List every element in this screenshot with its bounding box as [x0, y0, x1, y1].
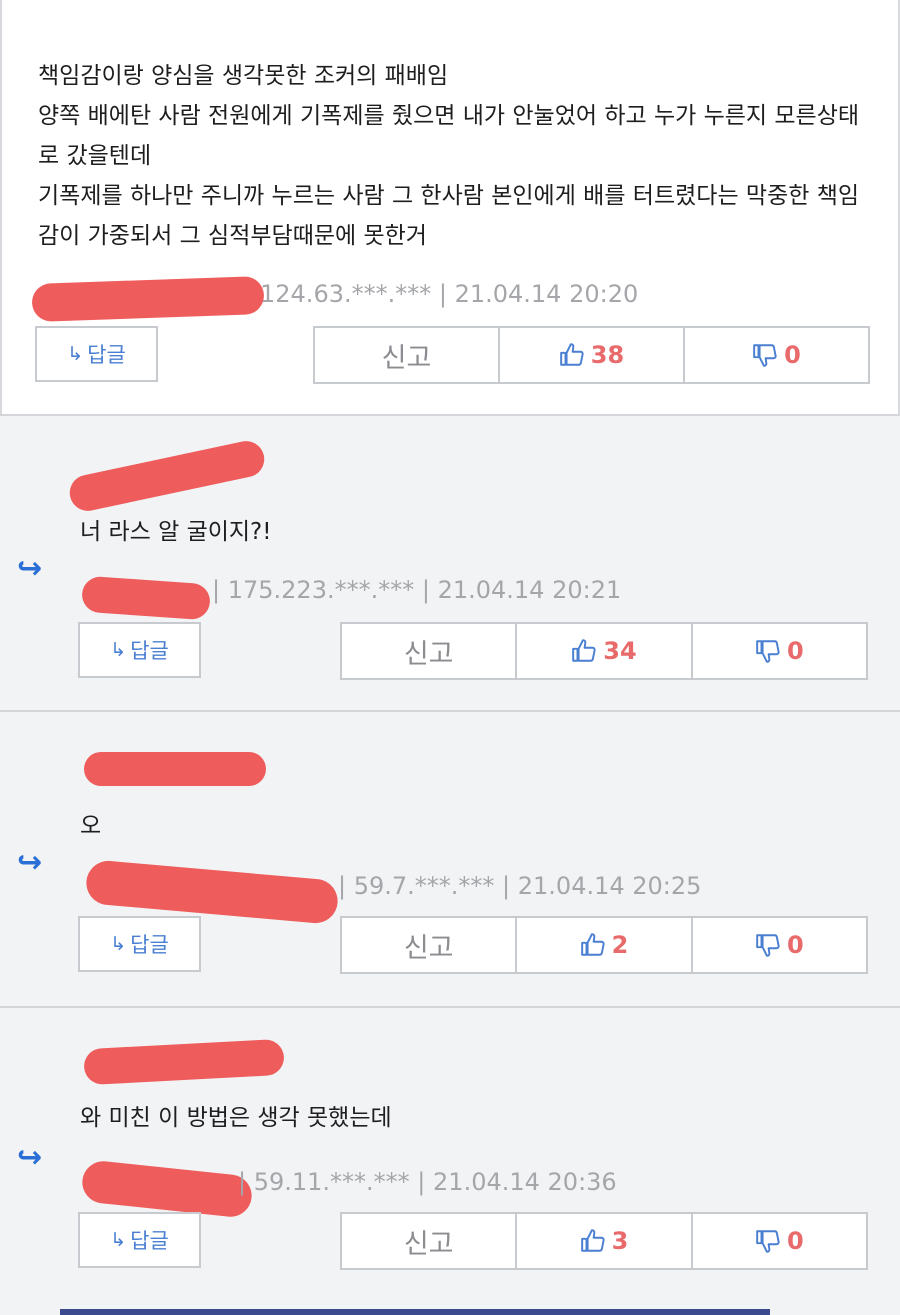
reply-arrow-icon: ↪ [17, 1140, 43, 1175]
dislike-count: 0 [784, 341, 801, 369]
reply-comment: 4885 너 라스 알 굴이지?! ↪ | 175.223.***.*** | … [0, 414, 900, 710]
redacted-username [66, 437, 268, 515]
comment-meta: | 59.7.***.*** | 21.04.14 20:25 [338, 872, 702, 900]
thumbs-down-icon [756, 934, 780, 957]
comment-meta: | 59.11.***.*** | 21.04.14 20:36 [238, 1168, 617, 1196]
like-count: 2 [611, 931, 629, 959]
dislike-button[interactable]: 0 [693, 624, 866, 678]
thumbs-up-icon [559, 343, 584, 366]
dislike-button[interactable]: 0 [693, 1214, 866, 1268]
reply-small-arrow-icon: ↳ [110, 639, 127, 661]
main-comment: 책임감이랑 양심을 생각못한 조커의 패배임 양쪽 배에탄 사람 전원에게 기폭… [0, 0, 900, 416]
reply-arrow-icon: ↪ [17, 551, 43, 586]
like-button[interactable]: 3 [517, 1214, 693, 1268]
reply-small-arrow-icon: ↳ [110, 1229, 127, 1251]
thumbs-up-icon [580, 933, 605, 956]
report-button[interactable]: 신고 [315, 328, 500, 382]
redacted-username [80, 1159, 254, 1219]
comment-body: 오 [80, 813, 102, 839]
reply-comment: 오 ↪ | 59.7.***.*** | 21.04.14 20:25 ↳ 답글 … [0, 710, 900, 1006]
dislike-button[interactable]: 0 [693, 918, 866, 972]
reply-button[interactable]: ↳ 답글 [78, 916, 201, 972]
action-buttons: 신고 34 0 [340, 622, 868, 680]
report-button[interactable]: 신고 [342, 918, 518, 972]
dislike-count: 0 [786, 1227, 804, 1255]
thumbs-up-icon [572, 639, 596, 662]
reply-button[interactable]: ↳ 답글 [35, 326, 158, 382]
report-button[interactable]: 신고 [342, 1214, 518, 1268]
comment-meta: | 175.223.***.*** | 21.04.14 20:21 [212, 576, 622, 604]
thumbs-up-icon [580, 1229, 605, 1252]
comment-body: 너 라스 알 굴이지?! [80, 519, 272, 545]
action-buttons: 신고 3 0 [340, 1212, 868, 1270]
reply-arrow-icon: ↪ [17, 845, 43, 880]
redacted-username [80, 575, 212, 621]
comment-meta: 124.63.***.*** | 21.04.14 20:20 [260, 280, 639, 308]
reply-comment: 와 미친 이 방법은 생각 못했는데 ↪ | 59.11.***.*** | 2… [0, 1006, 900, 1309]
action-buttons: 신고 2 0 [340, 916, 868, 974]
dislike-count: 0 [786, 931, 804, 959]
comment-body: 책임감이랑 양심을 생각못한 조커의 패배임 양쪽 배에탄 사람 전원에게 기폭… [38, 63, 860, 249]
like-count: 34 [603, 637, 637, 665]
redacted-username [83, 1038, 285, 1086]
comment-body: 와 미친 이 방법은 생각 못했는데 [80, 1105, 392, 1131]
like-count: 3 [611, 1227, 629, 1255]
like-button[interactable]: 34 [517, 624, 693, 678]
redacted-username [84, 752, 266, 786]
reply-button[interactable]: ↳ 답글 [78, 1212, 201, 1268]
like-button[interactable]: 2 [517, 918, 693, 972]
redacted-username [31, 275, 265, 323]
report-button[interactable]: 신고 [342, 624, 518, 678]
thumbs-down-icon [753, 344, 777, 367]
dislike-count: 0 [786, 637, 804, 665]
reply-small-arrow-icon: ↳ [67, 343, 84, 365]
thumbs-down-icon [756, 1230, 780, 1253]
dislike-button[interactable]: 0 [685, 328, 868, 382]
action-buttons: 신고 38 0 [313, 326, 870, 384]
bottom-bar [60, 1309, 770, 1315]
like-button[interactable]: 38 [500, 328, 685, 382]
reply-small-arrow-icon: ↳ [110, 933, 127, 955]
reply-button[interactable]: ↳ 답글 [78, 622, 201, 678]
like-count: 38 [590, 341, 625, 369]
thumbs-down-icon [756, 640, 780, 663]
